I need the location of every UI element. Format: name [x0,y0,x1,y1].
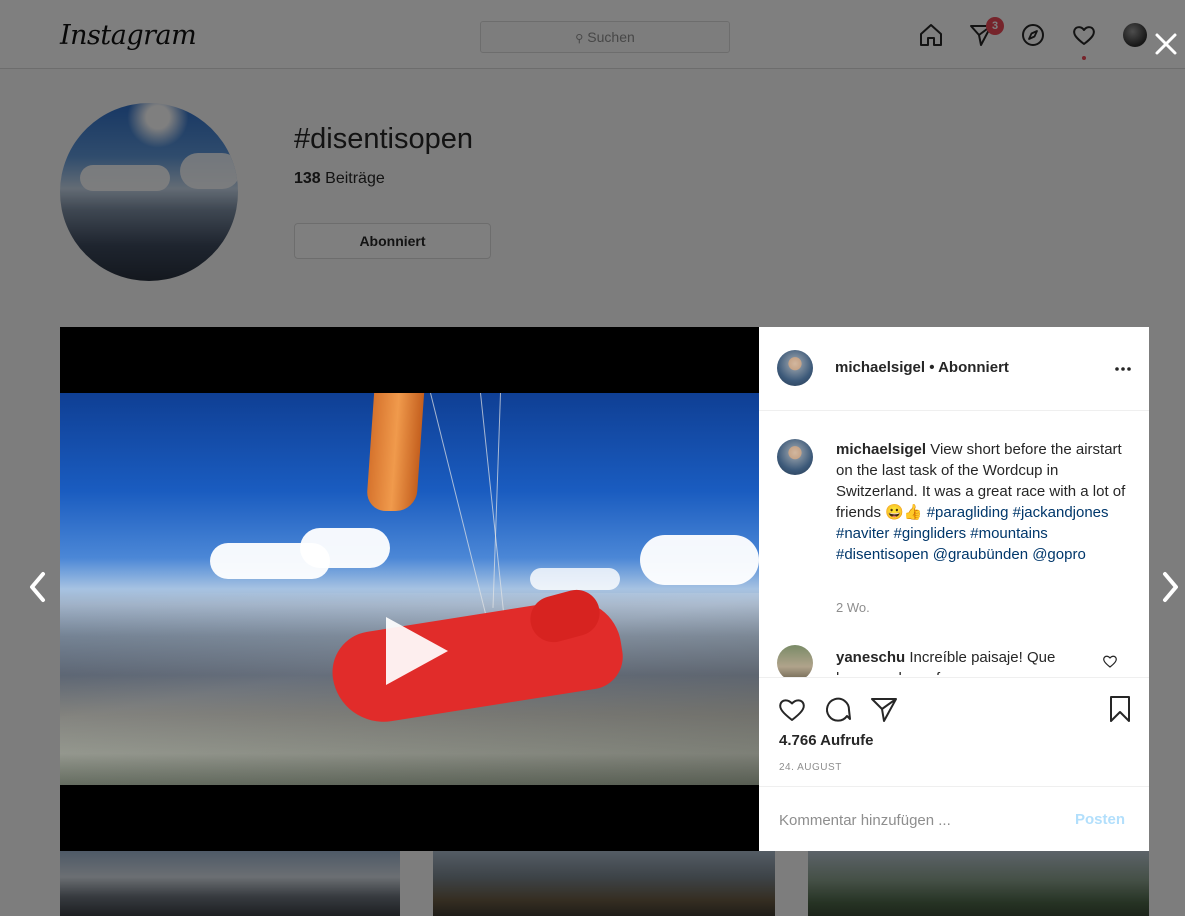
post-video[interactable] [60,327,759,851]
follow-state: • Abonniert [925,359,1009,376]
caption-username[interactable]: michaelsigel [836,441,926,458]
post-actions: 4.766 Aufrufe 24. AUGUST [759,677,1149,787]
comment: yaneschu Increíble paisaje! Que hermoso … [836,647,1101,675]
post-modal: michaelsigel • Abonniert michaelsigel Vi… [60,327,1149,851]
view-count[interactable]: 4.766 Aufrufe [779,732,873,749]
author-username[interactable]: michaelsigel • Abonniert [835,359,1009,376]
comment-like-heart-icon[interactable] [1102,653,1118,669]
comment-username[interactable]: yaneschu [836,649,905,666]
share-send-icon[interactable] [869,694,899,724]
post-date: 24. AUGUST [779,762,842,773]
add-comment-input[interactable] [779,805,1059,835]
chevron-left-icon[interactable] [26,568,48,606]
bookmark-save-icon[interactable] [1105,694,1135,724]
more-options-icon[interactable] [1113,359,1133,379]
caption-author-avatar[interactable] [777,439,813,475]
comment-bubble-icon[interactable] [823,694,853,724]
chevron-right-icon[interactable] [1160,568,1182,606]
post-header: michaelsigel • Abonniert [759,327,1149,411]
caption-timestamp: 2 Wo. [836,600,870,615]
post-caption: michaelsigel View short before the airst… [836,439,1126,565]
author-avatar[interactable] [777,350,813,386]
like-heart-icon[interactable] [777,694,807,724]
add-comment-bar: Posten [759,786,1149,852]
post-comment-button[interactable]: Posten [1075,811,1125,828]
close-icon[interactable] [1152,30,1180,58]
post-sidebar: michaelsigel • Abonniert michaelsigel Vi… [759,327,1149,851]
commenter-avatar[interactable] [777,645,813,681]
play-icon[interactable] [378,613,454,689]
video-frame [60,393,759,785]
author-username-text[interactable]: michaelsigel [835,359,925,376]
